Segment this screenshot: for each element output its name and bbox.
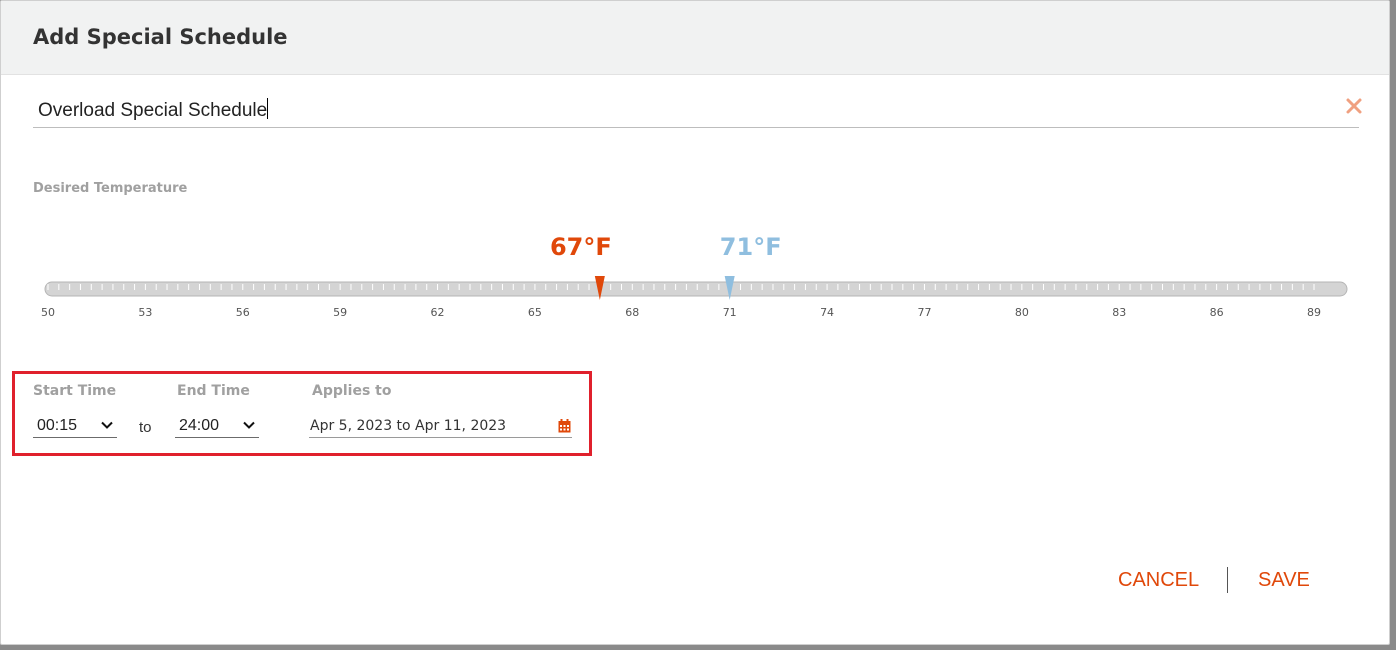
end-time-label: End Time [177, 383, 250, 399]
chevron-down-icon [243, 421, 255, 429]
close-icon[interactable] [1344, 96, 1364, 116]
tick-label: 74 [820, 306, 834, 319]
tick-label: 89 [1307, 306, 1321, 319]
cool-setpoint-value: 71°F [719, 233, 782, 261]
tick-label: 80 [1015, 306, 1029, 319]
tick-label: 68 [625, 306, 639, 319]
add-special-schedule-dialog: Add Special Schedule Overload Special Sc… [0, 0, 1390, 645]
cancel-button[interactable]: CANCEL [1118, 569, 1199, 592]
text-caret [267, 98, 269, 119]
slider-tick-labels: 50 53 56 59 62 65 68 71 74 77 80 83 86 89 [41, 306, 1321, 319]
start-time-value: 00:15 [37, 417, 78, 434]
end-time-value: 24:00 [179, 417, 220, 434]
start-time-select[interactable]: 00:15 [33, 414, 117, 438]
date-range-value: Apr 5, 2023 to Apr 11, 2023 [310, 418, 507, 434]
tick-label: 56 [236, 306, 250, 319]
schedule-name-input[interactable]: Overload Special Schedule [38, 98, 269, 122]
heat-setpoint-value: 67°F [549, 233, 612, 261]
tick-label: 53 [138, 306, 152, 319]
applies-to-label: Applies to [312, 383, 392, 399]
end-time-select[interactable]: 24:00 [175, 414, 259, 438]
dialog-header: Add Special Schedule [1, 1, 1389, 75]
tick-label: 77 [917, 306, 931, 319]
tick-label: 59 [333, 306, 347, 319]
tick-label: 50 [41, 306, 55, 319]
chevron-down-icon [101, 421, 113, 429]
tick-label: 83 [1112, 306, 1126, 319]
start-time-label: Start Time [33, 383, 117, 399]
desired-temperature-label: Desired Temperature [33, 181, 188, 196]
tick-label: 62 [431, 306, 445, 319]
dialog-title: Add Special Schedule [33, 25, 288, 49]
actions-divider [1227, 567, 1228, 593]
applies-to-date-range-input[interactable]: Apr 5, 2023 to Apr 11, 2023 [309, 414, 572, 438]
temperature-slider[interactable]: 50 53 56 59 62 65 68 71 74 77 80 83 86 89 [1, 271, 1396, 331]
calendar-icon[interactable] [558, 419, 571, 433]
save-button[interactable]: SAVE [1258, 569, 1310, 592]
schedule-name-field[interactable]: Overload Special Schedule [33, 93, 1359, 128]
to-text: to [139, 419, 152, 436]
tick-label: 86 [1210, 306, 1224, 319]
schedule-name-value: Overload Special Schedule [38, 100, 268, 121]
tick-label: 65 [528, 306, 542, 319]
tick-label: 71 [723, 306, 737, 319]
